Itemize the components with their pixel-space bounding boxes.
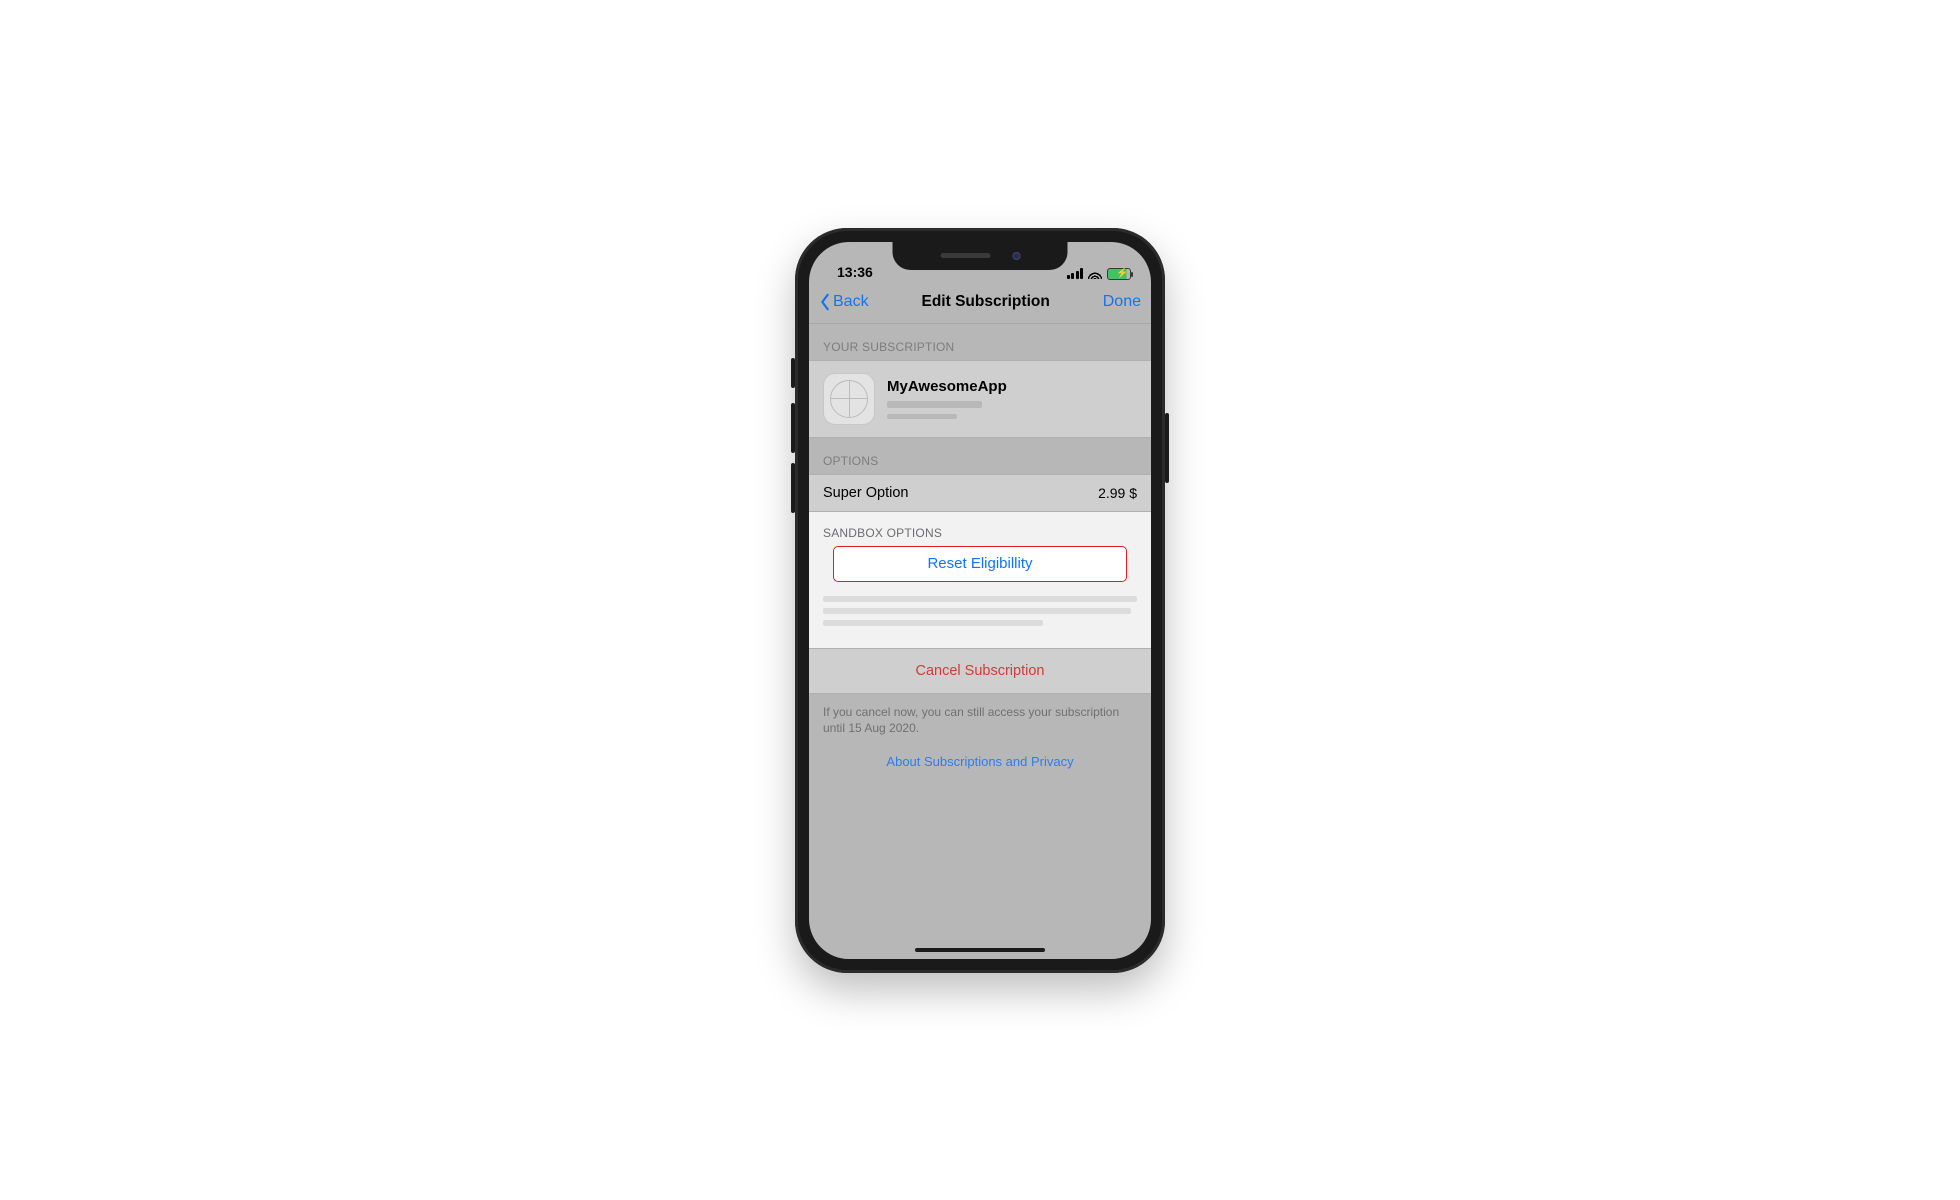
section-label-options: OPTIONS [809,438,1151,474]
wifi-icon [1088,268,1102,279]
status-time: 13:36 [837,264,873,280]
speaker-grille [940,253,990,258]
app-icon [823,373,875,425]
option-row[interactable]: Super Option 2.99 $ [809,474,1151,512]
placeholder-line [887,401,982,408]
volume-up-button [791,403,795,453]
back-label: Back [833,293,869,311]
cancel-subscription-cell[interactable]: Cancel Subscription [809,648,1151,694]
cancel-subscription-label: Cancel Subscription [823,663,1137,679]
about-subscriptions-link[interactable]: About Subscriptions and Privacy [809,754,1151,793]
cancel-footer-note: If you cancel now, you can still access … [809,694,1151,754]
placeholder-line [823,596,1137,602]
app-name: MyAwesomeApp [887,378,1007,395]
section-label-subscription: YOUR SUBSCRIPTION [809,324,1151,360]
section-label-sandbox: SANDBOX OPTIONS [809,512,1151,546]
sandbox-section: SANDBOX OPTIONS Reset Eligibillity [809,512,1151,648]
side-button [1165,413,1169,483]
notch [893,242,1068,270]
mute-switch [791,358,795,388]
reset-eligibility-button[interactable]: Reset Eligibillity [833,546,1127,582]
option-name: Super Option [823,485,908,501]
back-button[interactable]: Back [819,293,869,311]
reset-eligibility-label: Reset Eligibillity [927,555,1032,572]
subscription-app-cell[interactable]: MyAwesomeApp [809,360,1151,438]
front-camera [1012,252,1020,260]
home-indicator[interactable] [915,948,1045,952]
done-button[interactable]: Done [1103,293,1141,311]
placeholder-line [887,414,957,419]
placeholder-line [823,620,1043,626]
volume-down-button [791,463,795,513]
nav-title: Edit Subscription [922,293,1050,311]
screen: 13:36 ⚡ Back Edit Subscription Done YOUR… [809,242,1151,959]
option-price: 2.99 $ [1098,485,1137,501]
cellular-signal-icon [1067,268,1084,279]
phone-frame: 13:36 ⚡ Back Edit Subscription Done YOUR… [795,228,1165,973]
battery-charging-icon: ⚡ [1107,268,1131,280]
nav-bar: Back Edit Subscription Done [809,282,1151,324]
chevron-left-icon [819,293,831,311]
placeholder-line [823,608,1131,614]
